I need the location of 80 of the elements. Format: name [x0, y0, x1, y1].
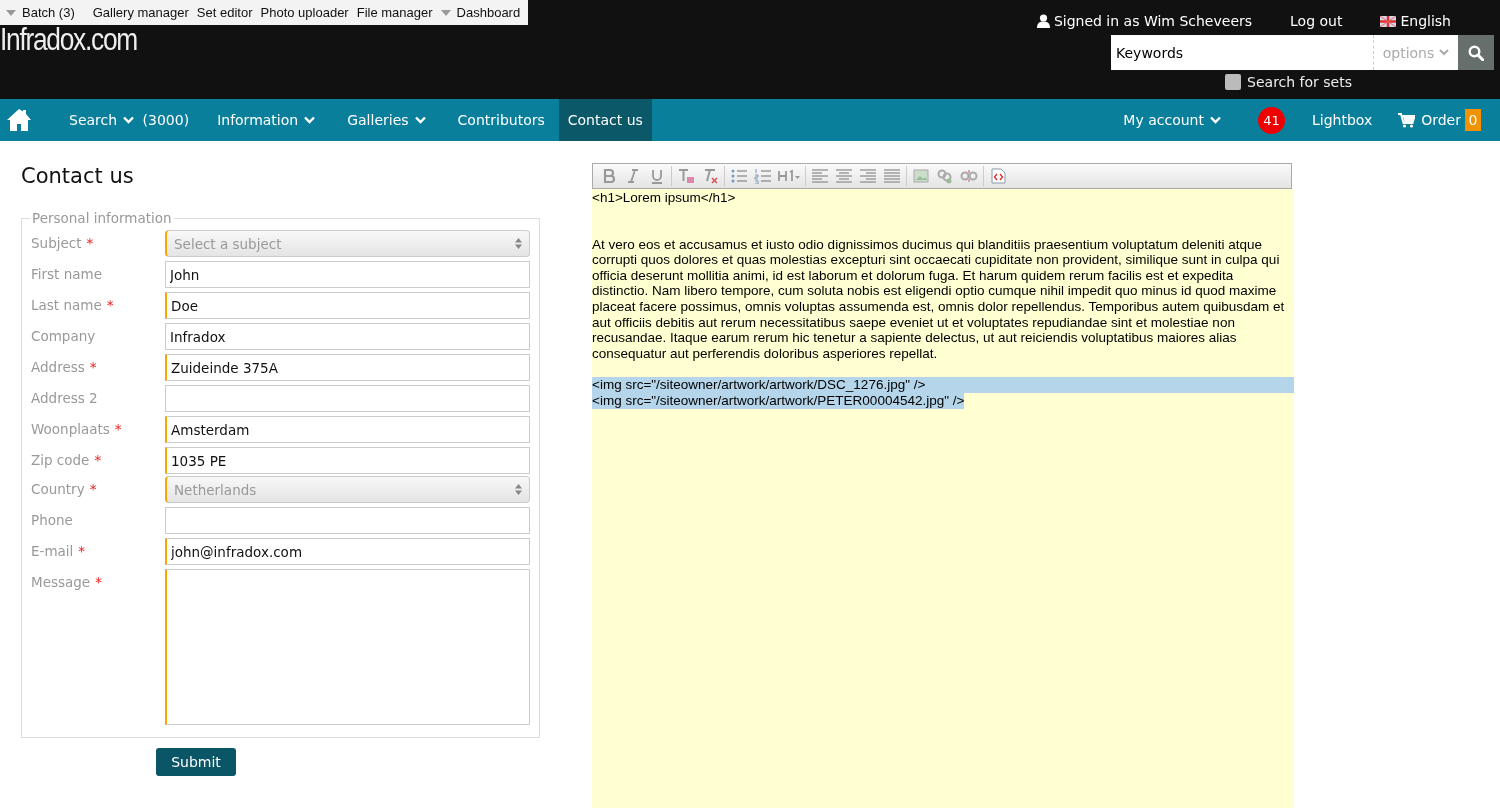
message-field[interactable] [165, 569, 530, 725]
admin-menu-item[interactable]: Dashboard [436, 5, 525, 20]
input-field[interactable]: Doe [165, 292, 530, 319]
checkbox-label: Search for sets [1247, 74, 1352, 90]
page-title: Contact us [21, 164, 135, 188]
nav-tab[interactable]: Galleries [333, 99, 444, 141]
flag-icon [1380, 15, 1397, 27]
language-selector[interactable]: English [1380, 13, 1451, 29]
lightbox-link[interactable]: Lightbox [1298, 99, 1386, 141]
admin-menu-item[interactable]: Set editor [192, 5, 257, 20]
nav-tab[interactable]: Contact us [558, 99, 652, 141]
field-label: Address [31, 358, 85, 375]
field-label: Subject [31, 234, 82, 251]
required-mark: * [89, 358, 97, 375]
bullet-list-icon[interactable] [730, 168, 748, 184]
paragraph-source: At vero eos et accusamus et iusto odio dignissimos ducimus qui blanditiis praesentium voluptatum deleniti atque corrupti quos dolores et quas molestias excepturi sint occaecati cupiditate non provident, similique sunt in culpa qui officia deserunt mollitia animi, id est laborum et dolorum fuga. Et harum quidem rerum facilis est et expedita distinctio. Nam libero tempore, cum soluta nobis est eligendi optio cumque nihil impedit quo minus id quod maxime placeat facere possimus, omnis voluptas assumenda est, omnis dolor repellendus. Temporibus autem quibusdam et aut officiis debitis aut rerum necessitatibus saepe eveniet ut et voluptates repudiandae sint et molestiae non recusandae. Itaque earum rerum hic tenetur a sapiente delectus, ut aut reiciendis voluptatibus maiores alias consequatur aut perferendis doloribus asperiores repellat. [592, 236, 1286, 362]
home-icon [7, 109, 31, 131]
admin-menu-item[interactable]: Gallery manager [88, 5, 193, 20]
field-label: Phone [31, 511, 73, 528]
text-color-icon[interactable] [677, 168, 695, 184]
required-mark: * [86, 234, 94, 251]
search-icon [1468, 44, 1484, 61]
account-menu[interactable]: My account [1110, 99, 1238, 141]
admin-menu-item[interactable]: Batch (3) [2, 5, 79, 20]
order-link[interactable]: Order [1385, 99, 1465, 141]
input-field[interactable]: John [165, 261, 530, 288]
input-field[interactable]: john@infradox.com [165, 538, 530, 565]
required-mark: * [94, 451, 102, 468]
chevron-down-icon [1209, 116, 1221, 124]
nav-tab[interactable]: Contributors [443, 99, 559, 141]
cart-icon [1398, 112, 1416, 128]
nav-tab[interactable]: Search (3000) [47, 99, 204, 141]
field-label: Woonplaats [31, 420, 110, 437]
field-label: Country [31, 480, 85, 497]
required-mark: * [78, 542, 86, 559]
signed-in-link[interactable]: Signed in as Wim Scheveers [1036, 13, 1253, 29]
admin-menu-item[interactable]: Photo uploader [256, 5, 353, 20]
align-right-icon[interactable] [859, 168, 877, 184]
field-label: Message [31, 573, 91, 590]
site-logo[interactable]: Infradox.com [0, 25, 449, 55]
nav-tab[interactable]: Information [203, 99, 334, 141]
keywords-field[interactable]: Keywords [1111, 35, 1373, 70]
source-code-icon[interactable] [989, 168, 1007, 184]
sets-checkbox[interactable] [1225, 74, 1242, 90]
required-mark: * [95, 573, 102, 590]
order-count-badge: 0 [1465, 109, 1481, 131]
input-field[interactable]: 1035 PE [165, 447, 530, 474]
user-icon [1036, 14, 1050, 28]
search-button[interactable] [1458, 35, 1494, 70]
input-field[interactable]: Zuideinde 375A [165, 354, 530, 381]
field-label: First name [31, 265, 102, 282]
required-mark: * [106, 296, 114, 313]
input-field[interactable] [165, 385, 530, 412]
image-icon[interactable] [912, 168, 930, 184]
link-icon[interactable] [936, 168, 954, 184]
admin-menu-item[interactable]: File manager [352, 5, 437, 20]
field-label: Zip code [31, 451, 90, 468]
updown-arrows-icon [515, 238, 522, 249]
justify-icon[interactable] [883, 168, 901, 184]
field-label: Company [31, 327, 96, 344]
updown-arrows-icon [515, 484, 522, 495]
required-mark: * [114, 420, 122, 437]
unlink-icon[interactable] [960, 168, 978, 184]
submit-button[interactable]: Submit [156, 748, 236, 776]
required-mark: * [89, 480, 97, 497]
input-field[interactable]: Infradox [165, 323, 530, 350]
chevron-down-icon [1439, 49, 1450, 56]
input-field[interactable]: Amsterdam [165, 416, 530, 443]
notification-badge: 41 [1257, 106, 1285, 134]
field-label: Last name [31, 296, 102, 313]
field-label: E-mail [31, 542, 74, 559]
code-line: <h1>Lorem ipsum</h1> [592, 190, 737, 206]
align-left-icon[interactable] [811, 168, 829, 184]
heading-icon[interactable] [778, 168, 800, 184]
section-legend: Personal information [30, 210, 174, 226]
input-field[interactable] [165, 507, 530, 534]
numbered-list-icon[interactable] [754, 168, 772, 184]
logout-link[interactable]: Log out [1290, 13, 1343, 29]
align-center-icon[interactable] [835, 168, 853, 184]
field-label: Address 2 [31, 389, 98, 406]
